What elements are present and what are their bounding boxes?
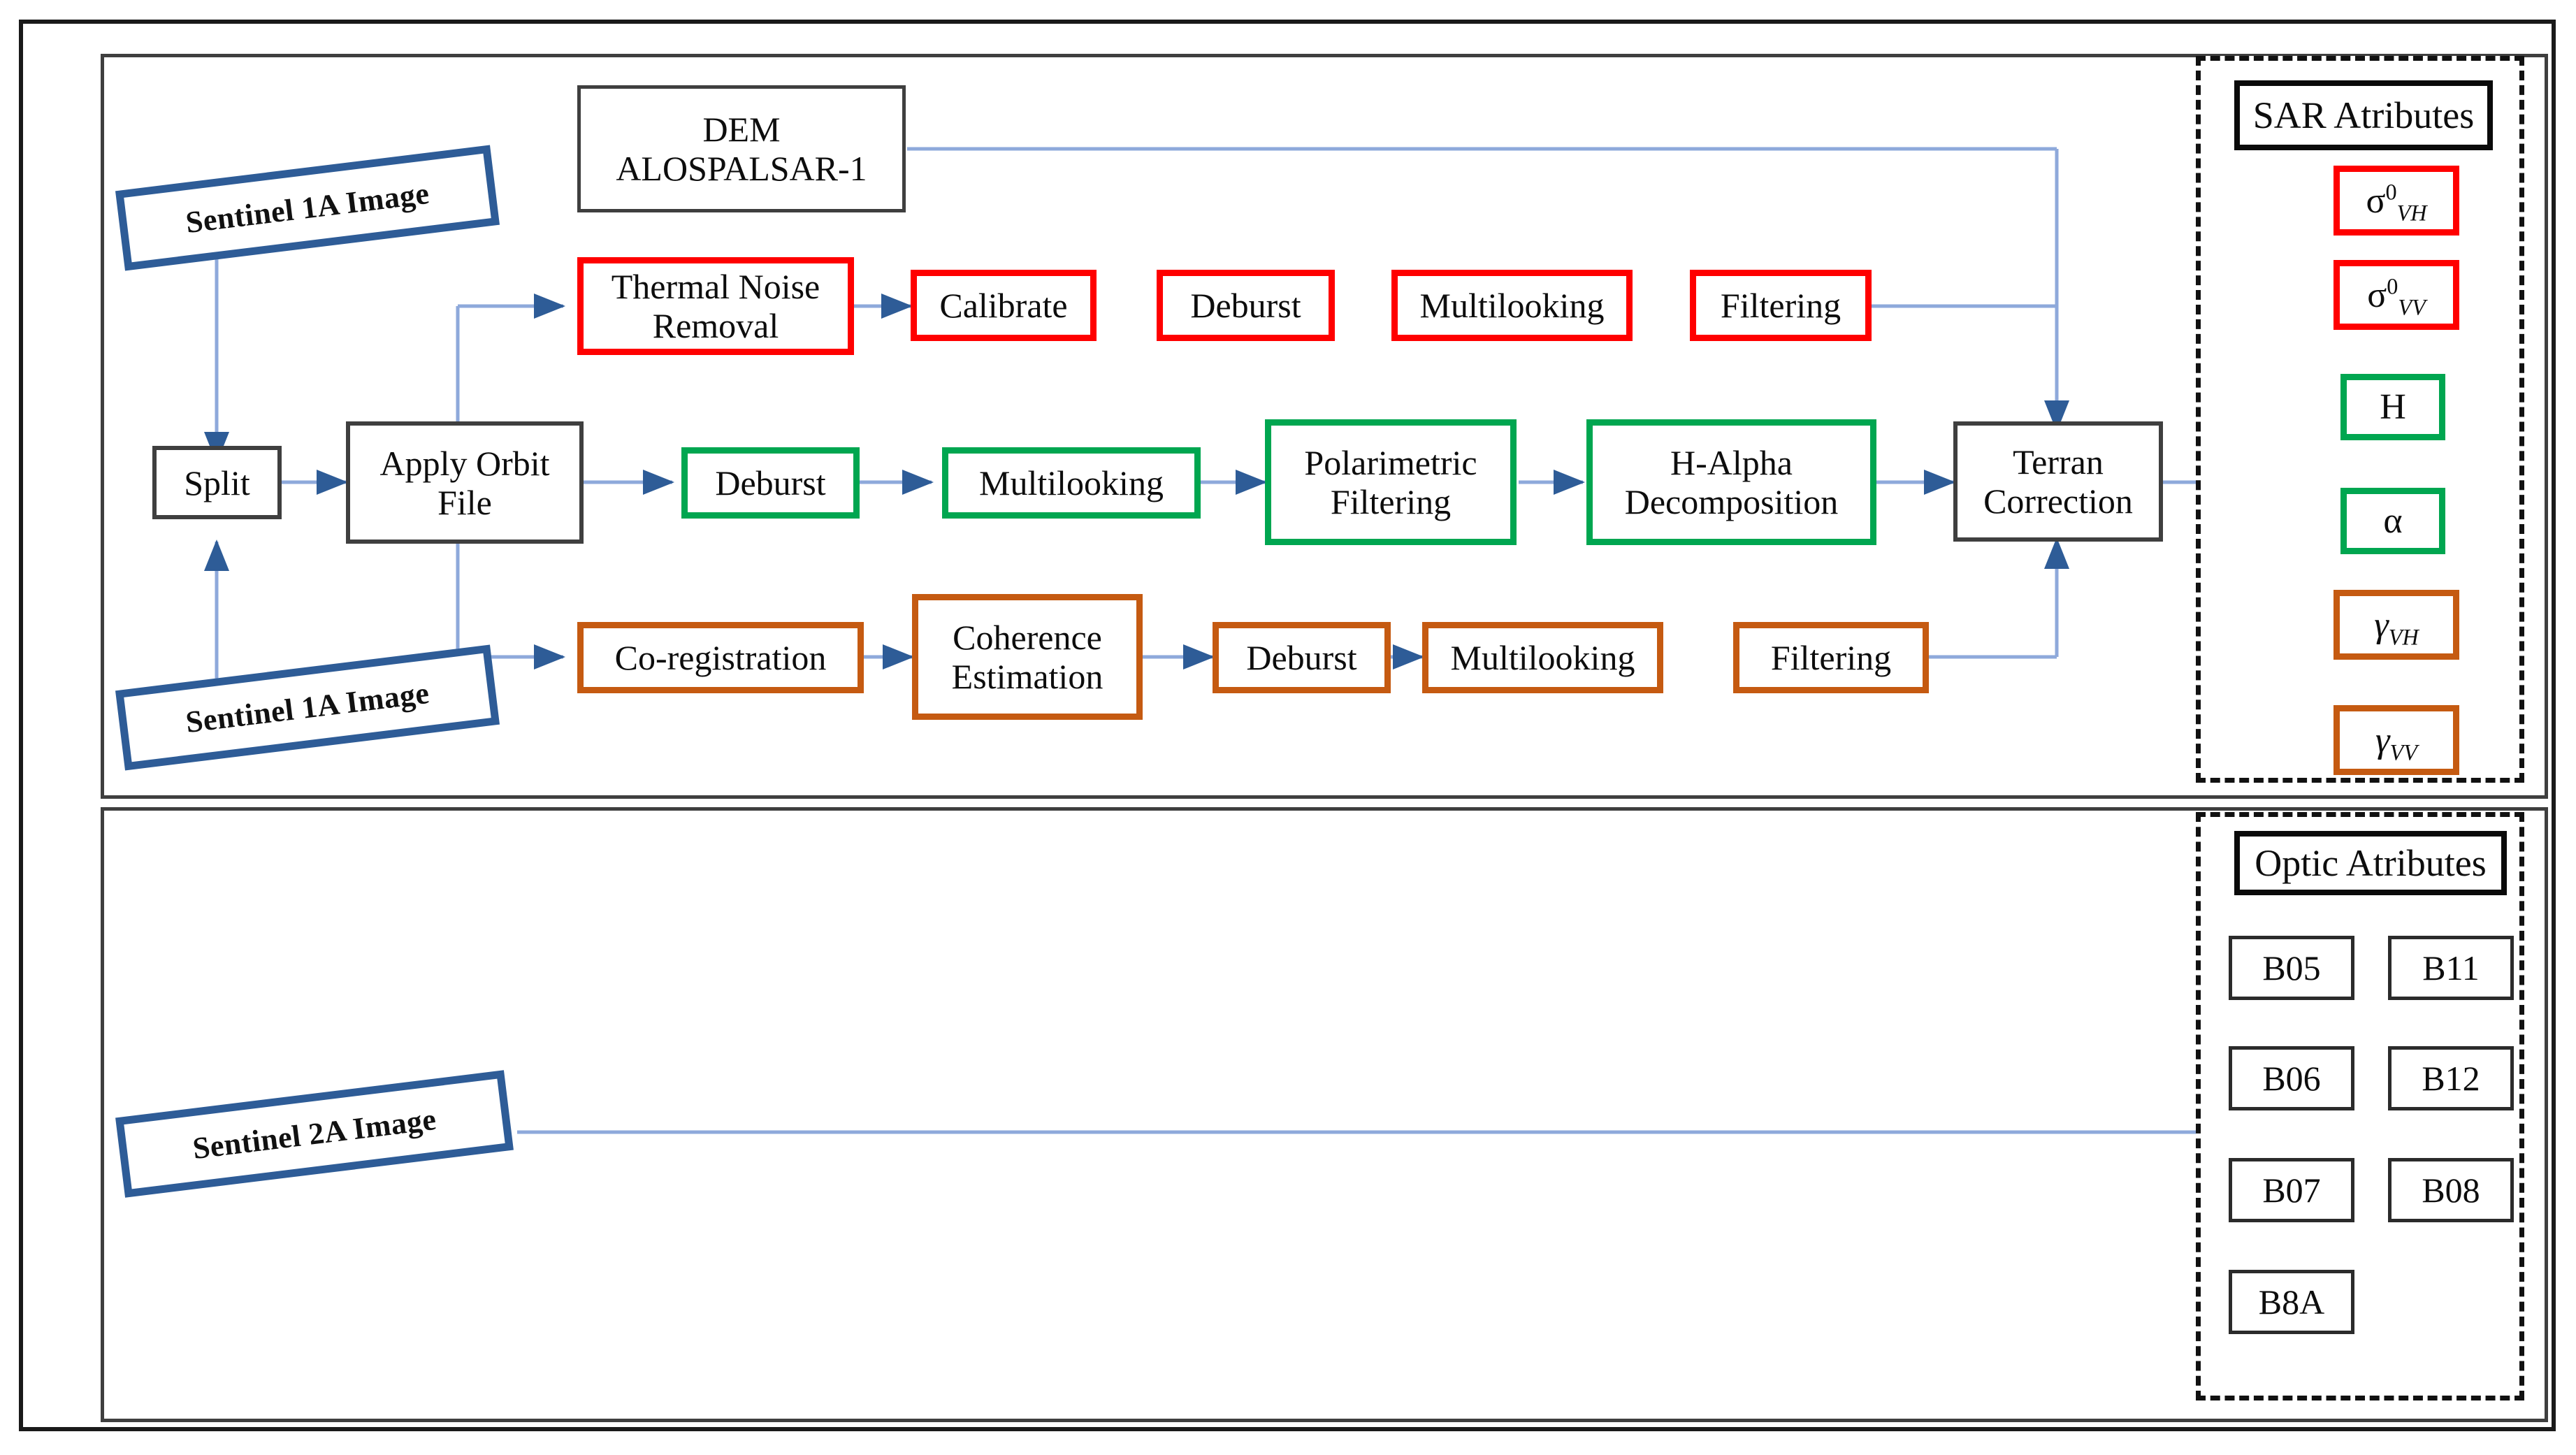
apply-orbit-line-2: File xyxy=(437,482,492,522)
band-b8a-label: B8A xyxy=(2258,1282,2325,1322)
band-b08[interactable]: B08 xyxy=(2388,1158,2514,1222)
source-sentinel-1a-top-label: Sentinel 1A Image xyxy=(183,175,432,240)
sar-attributes-title: SAR Atributes xyxy=(2234,80,2493,150)
process-multilooking-orange[interactable]: Multilooking xyxy=(1422,622,1663,693)
attribute-sigma-vh-label: σ0VH xyxy=(2366,179,2427,225)
attribute-sigma-vv[interactable]: σ0VV xyxy=(2333,260,2459,330)
band-b07[interactable]: B07 xyxy=(2229,1158,2354,1222)
attribute-gamma-vv[interactable]: γVV xyxy=(2333,705,2459,775)
co-registration-label: Co-registration xyxy=(614,638,827,677)
process-deburst-green[interactable]: Deburst xyxy=(681,447,860,519)
terrain-correction-box[interactable]: Terran Correction xyxy=(1953,421,2163,542)
apply-orbit-file-box[interactable]: Apply Orbit File xyxy=(346,421,584,544)
h-alpha-line-1: H-Alpha xyxy=(1670,443,1793,482)
attribute-sigma-vv-label: σ0VV xyxy=(2367,273,2426,319)
thermal-noise-removal-line-2: Removal xyxy=(652,306,779,345)
coherence-estimation-line-2: Estimation xyxy=(951,657,1104,696)
attribute-gamma-vv-label: γVV xyxy=(2375,720,2417,765)
terrain-correction-line-2: Correction xyxy=(1983,482,2133,521)
dem-line-2: ALOSPALSAR-1 xyxy=(616,149,867,188)
band-b07-label: B07 xyxy=(2262,1171,2321,1210)
band-b05-label: B05 xyxy=(2262,948,2321,987)
process-deburst-red[interactable]: Deburst xyxy=(1157,270,1335,341)
process-calibrate-red[interactable]: Calibrate xyxy=(911,270,1097,341)
source-sentinel-1a-bottom-label: Sentinel 1A Image xyxy=(183,675,432,740)
deburst-orange-label: Deburst xyxy=(1246,638,1357,677)
process-multilooking-red[interactable]: Multilooking xyxy=(1391,270,1633,341)
process-filtering-orange[interactable]: Filtering xyxy=(1733,622,1929,693)
attribute-alpha[interactable]: α xyxy=(2340,488,2445,554)
band-b08-label: B08 xyxy=(2422,1171,2480,1210)
multilooking-red-label: Multilooking xyxy=(1419,286,1605,325)
process-thermal-noise-removal[interactable]: Thermal Noise Removal xyxy=(577,257,854,355)
thermal-noise-removal-line-1: Thermal Noise xyxy=(611,267,820,306)
process-co-registration[interactable]: Co-registration xyxy=(577,622,864,693)
process-polarimetric-filtering[interactable]: Polarimetric Filtering xyxy=(1265,419,1517,545)
process-h-alpha-decomposition[interactable]: H-Alpha Decomposition xyxy=(1586,419,1876,545)
band-b8a[interactable]: B8A xyxy=(2229,1270,2354,1334)
filtering-red-label: Filtering xyxy=(1720,286,1841,325)
apply-orbit-line-1: Apply Orbit xyxy=(379,443,550,483)
sar-attributes-group: SAR Atributes σ0VH σ0VV H α γVH γVV xyxy=(2196,56,2524,783)
attribute-gamma-vh[interactable]: γVH xyxy=(2333,590,2459,660)
optic-attributes-title: Optic Atributes xyxy=(2234,831,2507,895)
process-coherence-estimation[interactable]: Coherence Estimation xyxy=(912,594,1143,720)
diagram-canvas: Pre-processing xyxy=(0,0,2576,1455)
band-b05[interactable]: B05 xyxy=(2229,936,2354,1000)
band-b06[interactable]: B06 xyxy=(2229,1046,2354,1110)
deburst-green-label: Deburst xyxy=(715,463,826,502)
attribute-gamma-vh-label: γVH xyxy=(2374,605,2419,649)
process-filtering-red[interactable]: Filtering xyxy=(1690,270,1872,341)
multilooking-green-label: Multilooking xyxy=(979,463,1164,502)
filtering-orange-label: Filtering xyxy=(1770,638,1892,677)
attribute-sigma-vh[interactable]: σ0VH xyxy=(2333,166,2459,236)
polarimetric-filtering-line-2: Filtering xyxy=(1330,482,1452,521)
calibrate-label: Calibrate xyxy=(939,286,1068,325)
terrain-correction-line-1: Terran xyxy=(2013,442,2104,482)
attribute-alpha-label: α xyxy=(2383,501,2403,541)
split-box[interactable]: Split xyxy=(152,446,282,519)
dem-line-1: DEM xyxy=(702,110,781,149)
band-b12-label: B12 xyxy=(2422,1059,2480,1098)
band-b06-label: B06 xyxy=(2262,1059,2321,1098)
band-b11[interactable]: B11 xyxy=(2388,936,2514,1000)
band-b12[interactable]: B12 xyxy=(2388,1046,2514,1110)
split-label: Split xyxy=(184,463,250,502)
optic-attributes-title-label: Optic Atributes xyxy=(2255,842,2487,884)
process-multilooking-green[interactable]: Multilooking xyxy=(942,447,1201,519)
dem-box[interactable]: DEM ALOSPALSAR-1 xyxy=(577,85,906,212)
deburst-red-label: Deburst xyxy=(1190,286,1301,325)
h-alpha-line-2: Decomposition xyxy=(1624,482,1839,521)
attribute-entropy-h[interactable]: H xyxy=(2340,374,2445,440)
polarimetric-filtering-line-1: Polarimetric xyxy=(1304,443,1477,482)
process-deburst-orange[interactable]: Deburst xyxy=(1213,622,1391,693)
band-b11-label: B11 xyxy=(2422,948,2480,987)
optic-attributes-group: Optic Atributes B05 B11 B06 B12 B07 B08 … xyxy=(2196,812,2524,1400)
coherence-estimation-line-1: Coherence xyxy=(953,618,1102,657)
multilooking-orange-label: Multilooking xyxy=(1450,638,1635,677)
attribute-entropy-h-label: H xyxy=(2380,387,2406,427)
source-sentinel-2a-label: Sentinel 2A Image xyxy=(190,1101,439,1166)
sar-attributes-title-label: SAR Atributes xyxy=(2252,94,2475,136)
